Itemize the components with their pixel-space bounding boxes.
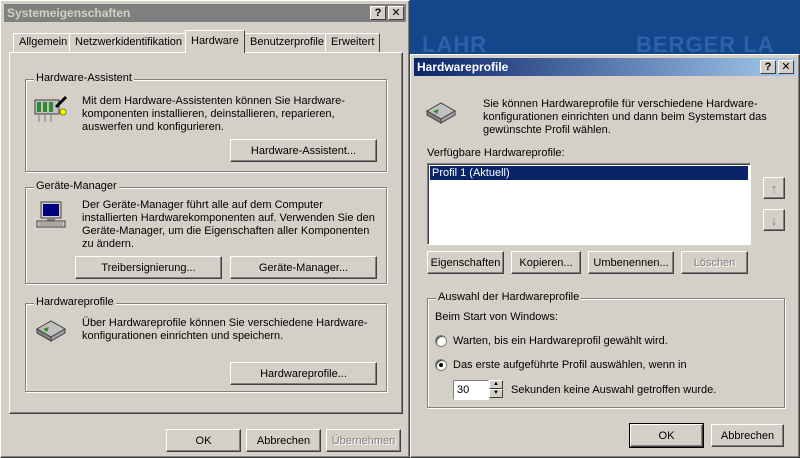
help-button[interactable]: ? xyxy=(370,6,386,20)
hardware-profiles-button[interactable]: Hardwareprofile... xyxy=(230,362,377,385)
startup-text: Beim Start von Windows: xyxy=(435,311,558,323)
hwdialog-cancel-button[interactable]: Abbrechen xyxy=(711,424,784,447)
move-up-button[interactable]: ↑ xyxy=(763,177,785,199)
radio-wait[interactable] xyxy=(435,335,447,347)
hwdialog-intro-text: Sie können Hardwareprofile für verschied… xyxy=(483,98,767,136)
available-profiles-label: Verfügbare Hardwareprofile: xyxy=(427,147,565,159)
tab-allgemein[interactable]: Allgemein xyxy=(13,33,74,52)
device-manager-label: Geräte-Manager xyxy=(34,180,119,192)
close-button[interactable]: ✕ xyxy=(388,6,404,20)
arrow-up-icon: ↑ xyxy=(770,180,778,196)
arrow-down-icon: ↓ xyxy=(770,212,778,228)
seconds-label: Sekunden keine Auswahl getroffen wurde. xyxy=(511,384,717,396)
hwdialog-ok-button[interactable]: OK xyxy=(629,423,704,448)
hardware-wizard-icon xyxy=(34,96,67,122)
delete-button[interactable]: Löschen xyxy=(681,251,748,274)
copy-button[interactable]: Kopieren... xyxy=(511,251,581,274)
hwdialog-profiles-icon xyxy=(425,102,457,124)
list-item[interactable]: Profil 1 (Aktuell) xyxy=(429,165,749,181)
tab-netzwerkidentifikation[interactable]: Netzwerkidentifikation xyxy=(69,33,188,52)
hardware-profiles-text: Über Hardwareprofile können Sie verschie… xyxy=(82,317,368,342)
seconds-down-button[interactable]: ▼ xyxy=(489,389,503,398)
hardware-profiles-icon xyxy=(35,320,67,342)
hardware-wizard-text: Mit dem Hardware-Assistenten können Sie … xyxy=(82,95,345,133)
rename-button[interactable]: Umbenennen... xyxy=(588,251,674,274)
profile-selection-label: Auswahl der Hardwareprofile xyxy=(436,291,582,303)
tab-hardware[interactable]: Hardware xyxy=(185,30,245,53)
system-properties-window: Systemeigenschaften ? ✕ Allgemein Netzwe… xyxy=(0,0,410,458)
sysprops-title: Systemeigenschaften xyxy=(7,6,131,20)
radio-first-profile[interactable] xyxy=(435,359,447,371)
cancel-button[interactable]: Abbrechen xyxy=(246,429,321,452)
hardware-profiles-dialog: Hardwareprofile ? ✕ Sie können Hardwarep… xyxy=(410,54,800,458)
hwdialog-title: Hardwareprofile xyxy=(417,60,509,74)
tab-erweitert[interactable]: Erweitert xyxy=(325,33,381,52)
hwdialog-help-button[interactable]: ? xyxy=(760,60,776,74)
sysprops-titlebar[interactable]: Systemeigenschaften ? ✕ xyxy=(4,4,406,22)
radio-wait-label[interactable]: Warten, bis ein Hardwareprofil gewählt w… xyxy=(453,335,668,348)
hardware-wizard-label: Hardware-Assistent xyxy=(34,72,134,84)
properties-button[interactable]: Eigenschaften xyxy=(427,251,504,274)
device-manager-button[interactable]: Geräte-Manager... xyxy=(230,256,377,279)
hardware-wizard-button[interactable]: Hardware-Assistent... xyxy=(230,139,377,162)
hwdialog-titlebar[interactable]: Hardwareprofile ? ✕ xyxy=(414,58,796,76)
seconds-input[interactable]: 30 xyxy=(453,380,489,400)
move-down-button[interactable]: ↓ xyxy=(763,209,785,231)
profiles-listbox[interactable]: Profil 1 (Aktuell) xyxy=(427,163,751,245)
driver-signing-button[interactable]: Treibersignierung... xyxy=(75,256,222,279)
hardware-profiles-label: Hardwareprofile xyxy=(34,296,116,308)
apply-button[interactable]: Übernehmen xyxy=(326,429,401,452)
radio-first-profile-label[interactable]: Das erste aufgeführte Profil auswählen, … xyxy=(453,359,687,372)
seconds-up-button[interactable]: ▲ xyxy=(489,380,503,389)
hwdialog-close-button[interactable]: ✕ xyxy=(778,60,794,74)
computer-icon xyxy=(36,201,66,228)
device-manager-text: Der Geräte-Manager führt alle auf dem Co… xyxy=(82,199,375,250)
tab-benutzerprofile[interactable]: Benutzerprofile xyxy=(244,33,330,52)
ok-button[interactable]: OK xyxy=(166,429,241,452)
